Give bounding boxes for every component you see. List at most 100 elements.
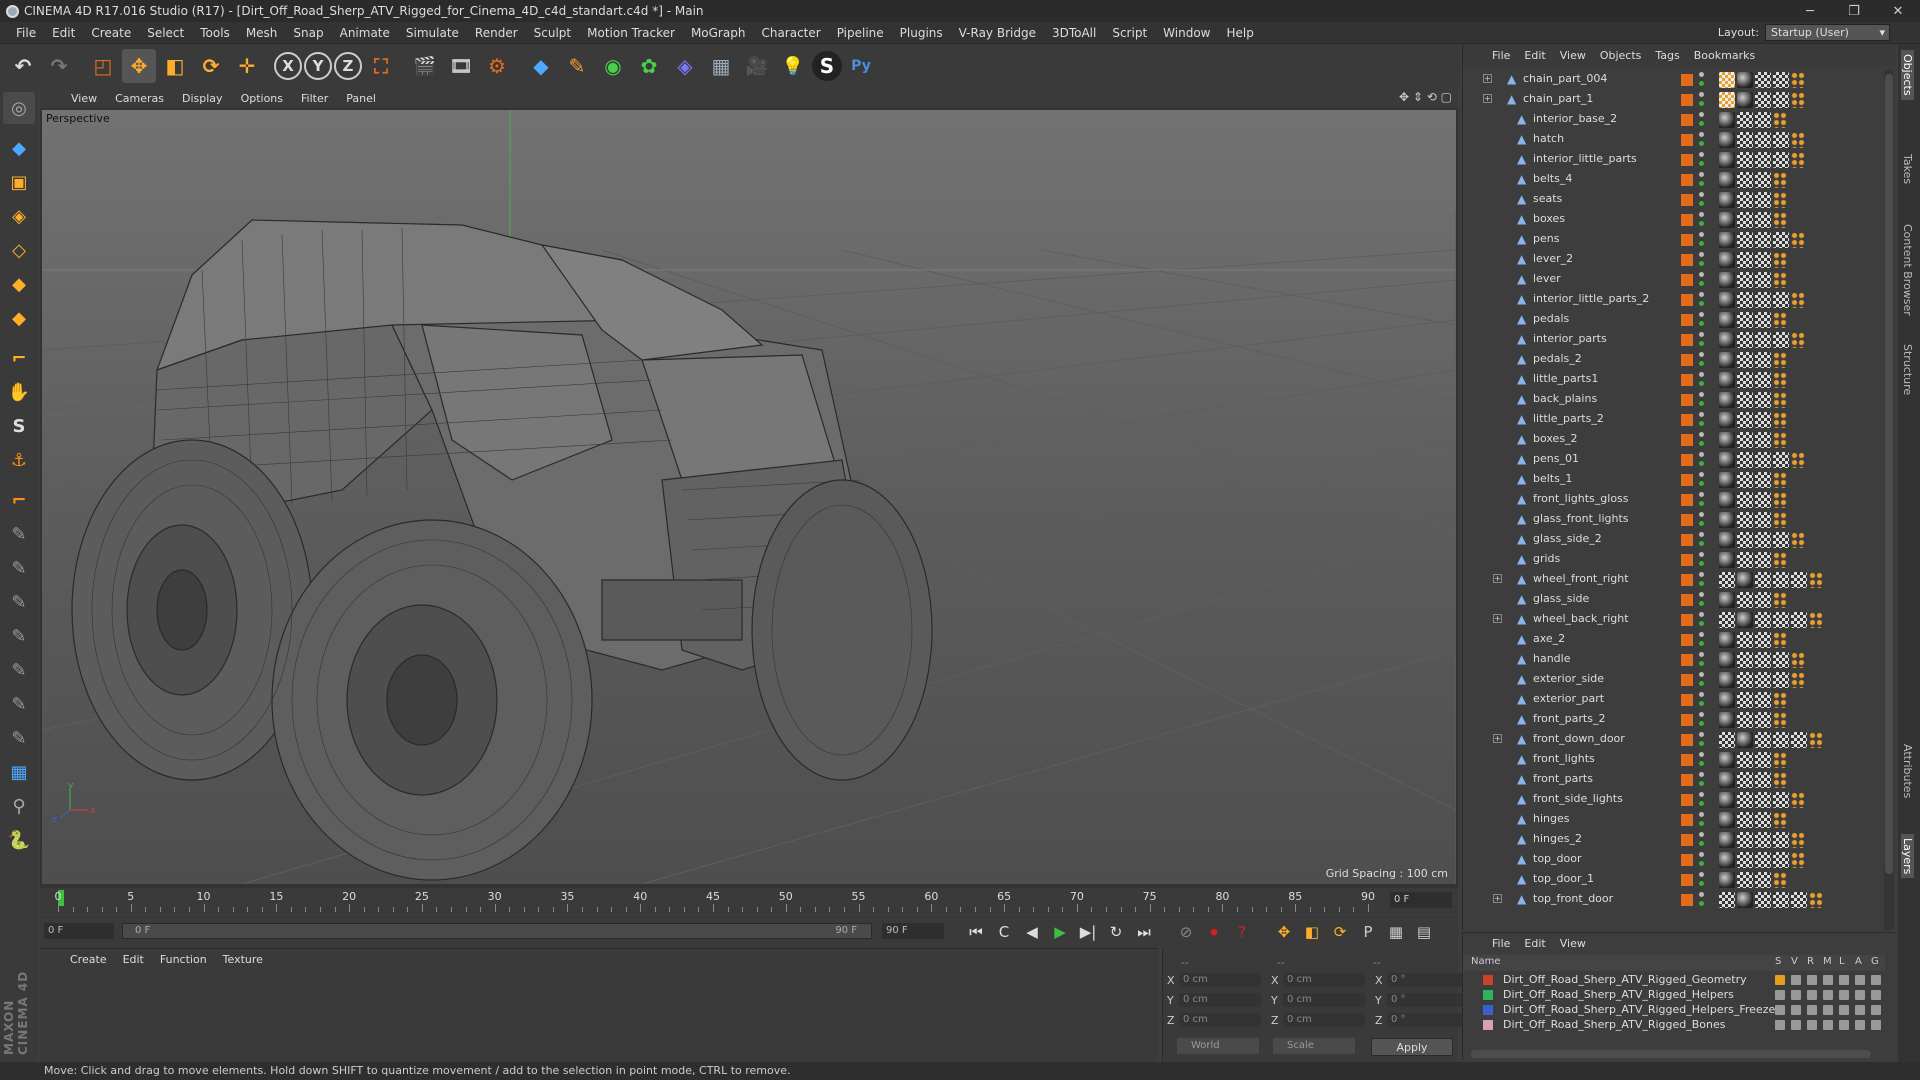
- texture-tag-icon[interactable]: [1737, 292, 1753, 308]
- object-name[interactable]: wheel_back_right: [1533, 612, 1629, 625]
- material-menu-create[interactable]: Create: [62, 953, 115, 966]
- layer-name[interactable]: Dirt_Off_Road_Sherp_ATV_Rigged_Helpers: [1503, 988, 1734, 1001]
- selection-tag-icon[interactable]: [1773, 172, 1787, 188]
- object-name[interactable]: exterior_part: [1533, 692, 1604, 705]
- render-visibility-dot[interactable]: [1699, 261, 1704, 266]
- texture-tag-icon[interactable]: [1791, 732, 1807, 748]
- material-tag-icon[interactable]: [1719, 792, 1735, 808]
- polygons-mode-icon[interactable]: ◈: [3, 200, 35, 232]
- object-name[interactable]: top_front_door: [1533, 892, 1613, 905]
- render-visibility-dot[interactable]: [1699, 761, 1704, 766]
- object-name[interactable]: interior_little_parts_2: [1533, 292, 1649, 305]
- render-visibility-dot[interactable]: [1699, 321, 1704, 326]
- coord-position-field[interactable]: 0 cm: [1179, 973, 1261, 987]
- texture-tag-icon[interactable]: [1755, 132, 1771, 148]
- editor-visibility-dot[interactable]: [1699, 492, 1704, 497]
- texture-tag-icon[interactable]: [1737, 272, 1753, 288]
- side-tab-takes[interactable]: Takes: [1901, 154, 1914, 184]
- object-row[interactable]: ▲ little_parts1: [1463, 370, 1885, 390]
- perspective-viewport[interactable]: Perspective y x z Grid Spacing: 100 cm: [42, 110, 1456, 884]
- texture-tag-icon[interactable]: [1737, 652, 1753, 668]
- object-row[interactable]: ▲ grids: [1463, 550, 1885, 570]
- timeline-ruler[interactable]: 0 5 10 15 20 25 30 35 40 45 50 55 60 65 70 75 80 85 90 0 F: [40, 888, 1458, 914]
- object-row[interactable]: ▲ axe_2: [1463, 630, 1885, 650]
- texture-tag-icon[interactable]: [1737, 212, 1753, 228]
- texture-tag-icon[interactable]: [1755, 612, 1771, 628]
- material-tag-icon[interactable]: [1719, 152, 1735, 168]
- material-tag-icon[interactable]: [1719, 432, 1735, 448]
- texture-tag-icon[interactable]: [1755, 312, 1771, 328]
- render-visibility-dot[interactable]: [1699, 821, 1704, 826]
- side-tab-structure[interactable]: Structure: [1901, 344, 1914, 395]
- texture-tag-icon[interactable]: [1737, 832, 1753, 848]
- texture-tag-icon[interactable]: [1737, 172, 1753, 188]
- selection-tag-icon[interactable]: [1791, 532, 1805, 548]
- render-visibility-dot[interactable]: [1699, 381, 1704, 386]
- move-tool-button[interactable]: ✥: [122, 49, 156, 83]
- object-row[interactable]: ▲ handle: [1463, 650, 1885, 670]
- texture-tag-icon[interactable]: [1773, 72, 1789, 88]
- texture-tag-icon[interactable]: [1773, 892, 1789, 908]
- object-name[interactable]: hinges_2: [1533, 832, 1582, 845]
- layer-color-swatch[interactable]: [1681, 314, 1693, 326]
- layer-color-swatch[interactable]: [1483, 1005, 1493, 1015]
- layer-row[interactable]: Dirt_Off_Road_Sherp_ATV_Rigged_Bones: [1463, 1018, 1885, 1033]
- texture-tag-icon[interactable]: [1737, 352, 1753, 368]
- editor-visibility-dot[interactable]: [1699, 232, 1704, 237]
- texture-tag-icon[interactable]: [1755, 292, 1771, 308]
- selection-tag-icon[interactable]: [1773, 412, 1787, 428]
- selection-tag-icon[interactable]: [1791, 332, 1805, 348]
- layer-color-swatch[interactable]: [1681, 474, 1693, 486]
- texture-tag-icon[interactable]: [1755, 452, 1771, 468]
- texture-tag-icon[interactable]: [1755, 272, 1771, 288]
- object-menu-objects[interactable]: Objects: [1593, 49, 1649, 62]
- texture-tag-icon[interactable]: [1755, 792, 1771, 808]
- object-name[interactable]: seats: [1533, 192, 1562, 205]
- object-row[interactable]: ▲ pedals: [1463, 310, 1885, 330]
- coord-rotation-field[interactable]: 0 °: [1387, 1013, 1469, 1027]
- points-mode-icon[interactable]: ◆: [3, 132, 35, 164]
- selection-tag-icon[interactable]: [1773, 592, 1787, 608]
- brush-tool-2-icon[interactable]: ✎: [3, 552, 35, 584]
- material-tag-icon[interactable]: [1719, 112, 1735, 128]
- editor-visibility-dot[interactable]: [1699, 872, 1704, 877]
- texture-tag-icon[interactable]: [1737, 132, 1753, 148]
- material-tag-icon[interactable]: [1737, 732, 1753, 748]
- menu-animate[interactable]: Animate: [332, 26, 398, 40]
- object-row[interactable]: ▲ exterior_part: [1463, 690, 1885, 710]
- editor-visibility-dot[interactable]: [1699, 412, 1704, 417]
- texture-tag-icon[interactable]: [1773, 232, 1789, 248]
- selection-tag-icon[interactable]: [1791, 832, 1805, 848]
- render-visibility-dot[interactable]: [1699, 741, 1704, 746]
- texture-tag-icon[interactable]: [1737, 392, 1753, 408]
- texture-tag-icon[interactable]: [1755, 872, 1771, 888]
- viewport-menu-cameras[interactable]: Cameras: [106, 92, 173, 105]
- menu-v-ray-bridge[interactable]: V-Ray Bridge: [951, 26, 1044, 40]
- layer-flag-toggle-icon[interactable]: [1855, 1005, 1865, 1015]
- cloner-button[interactable]: ✿: [632, 49, 666, 83]
- layer-column-r[interactable]: R: [1807, 956, 1814, 967]
- object-row[interactable]: ▲ top_door: [1463, 850, 1885, 870]
- selection-tag-icon[interactable]: [1773, 712, 1787, 728]
- object-row[interactable]: ▲ front_lights_gloss: [1463, 490, 1885, 510]
- editor-visibility-dot[interactable]: [1699, 552, 1704, 557]
- layer-column-name[interactable]: Name: [1471, 956, 1501, 967]
- editor-visibility-dot[interactable]: [1699, 472, 1704, 477]
- vray-bridge-button[interactable]: S: [812, 51, 842, 81]
- layer-color-swatch[interactable]: [1681, 114, 1693, 126]
- menu-plugins[interactable]: Plugins: [892, 26, 951, 40]
- python-console-icon[interactable]: 🐍: [3, 824, 35, 856]
- texture-tag-icon[interactable]: [1755, 212, 1771, 228]
- object-row[interactable]: ▲ boxes_2: [1463, 430, 1885, 450]
- render-visibility-dot[interactable]: [1699, 141, 1704, 146]
- layer-color-swatch[interactable]: [1681, 234, 1693, 246]
- render-visibility-dot[interactable]: [1699, 361, 1704, 366]
- material-menu-texture[interactable]: Texture: [215, 953, 271, 966]
- go-to-start-button[interactable]: ⏮: [964, 920, 988, 944]
- material-tag-icon[interactable]: [1719, 632, 1735, 648]
- layer-color-swatch[interactable]: [1681, 814, 1693, 826]
- texture-tag-icon[interactable]: [1737, 232, 1753, 248]
- object-list-scrollbar[interactable]: [1884, 70, 1894, 930]
- selection-tag-icon[interactable]: [1773, 432, 1787, 448]
- material-menu-edit[interactable]: Edit: [115, 953, 152, 966]
